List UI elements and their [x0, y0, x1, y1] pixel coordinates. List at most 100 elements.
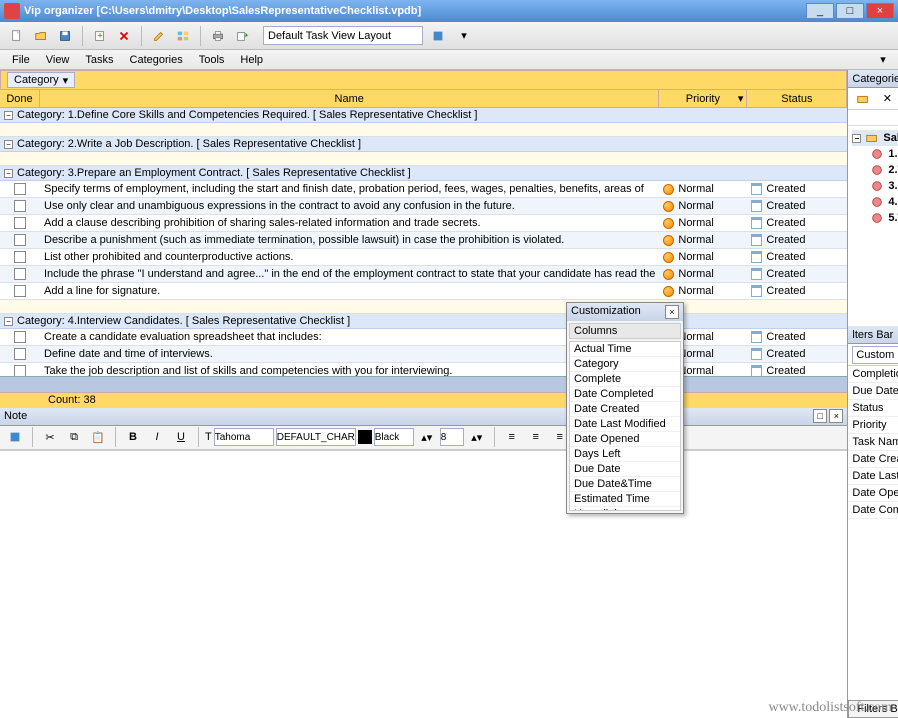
align-left-icon[interactable]: ≡ [501, 426, 523, 448]
align-center-icon[interactable]: ≡ [525, 426, 547, 448]
task-row[interactable]: Create a candidate evaluation spreadshee… [0, 329, 847, 346]
customization-item[interactable]: Due Date&Time [570, 477, 680, 492]
category-row[interactable]: −Category: 1.Define Core Skills and Comp… [0, 108, 847, 123]
task-row[interactable]: Specify terms of employment, including t… [0, 181, 847, 198]
customization-item[interactable]: Date Opened [570, 432, 680, 447]
customization-item[interactable]: Days Left [570, 447, 680, 462]
task-row[interactable]: Use only clear and unambiguous expressio… [0, 198, 847, 215]
task-grid[interactable]: −Category: 1.Define Core Skills and Comp… [0, 108, 847, 376]
customization-item[interactable]: Actual Time [570, 342, 680, 357]
done-checkbox[interactable] [14, 183, 26, 195]
done-checkbox[interactable] [14, 365, 26, 376]
new-file-icon[interactable] [6, 25, 28, 47]
italic-icon[interactable]: I [146, 426, 168, 448]
customization-item[interactable]: Due Date [570, 462, 680, 477]
delete-icon[interactable] [113, 25, 135, 47]
tree-item[interactable]: 5.Training & Development.77 [852, 210, 898, 226]
collapse-icon[interactable]: − [4, 317, 13, 326]
export-icon[interactable] [231, 25, 253, 47]
open-icon[interactable] [30, 25, 52, 47]
task-row[interactable]: Describe a punishment (such as immediate… [0, 232, 847, 249]
task-row[interactable]: Add a line for signature.NormalCreated [0, 283, 847, 300]
done-checkbox[interactable] [14, 348, 26, 360]
customization-item[interactable]: Date Completed [570, 387, 680, 402]
done-checkbox[interactable] [14, 331, 26, 343]
customization-item[interactable]: Date Last Modified [570, 417, 680, 432]
col-name[interactable]: Name [40, 90, 659, 107]
menu-help[interactable]: Help [232, 52, 271, 68]
tree-item[interactable]: 1.Define Core Skills and Compe1111 [852, 146, 898, 162]
new-task-icon[interactable]: + [89, 25, 111, 47]
filter-icon[interactable]: ▾ [738, 92, 744, 105]
done-checkbox[interactable] [14, 251, 26, 263]
customization-close-icon[interactable]: × [665, 305, 679, 319]
cat-del-icon[interactable]: ✕ [876, 88, 898, 110]
layout-save-icon[interactable] [427, 25, 449, 47]
cut-icon[interactable]: ✂ [39, 426, 61, 448]
tree-item[interactable]: 2.Write a Job Description.77 [852, 162, 898, 178]
task-row[interactable]: Define date and time of interviews.Norma… [0, 346, 847, 363]
note-restore-icon[interactable]: □ [813, 409, 827, 423]
charset-field[interactable] [276, 428, 356, 446]
tree-item[interactable]: 4.Interview Candidates.66 [852, 194, 898, 210]
task-row[interactable]: Add a clause describing prohibition of s… [0, 215, 847, 232]
save-icon[interactable] [54, 25, 76, 47]
layout-field[interactable] [263, 26, 423, 45]
col-done[interactable]: Done [0, 90, 40, 107]
paste-icon[interactable]: 📋 [87, 426, 109, 448]
menubar-options-icon[interactable]: ▾ [872, 49, 894, 71]
done-checkbox[interactable] [14, 217, 26, 229]
copy-icon[interactable]: ⧉ [63, 426, 85, 448]
category-tree[interactable]: −Sales Representative Checklist38381.Def… [848, 126, 898, 326]
size-field[interactable] [440, 428, 464, 446]
menu-tools[interactable]: Tools [191, 52, 233, 68]
cat-new-icon[interactable] [852, 88, 874, 110]
done-checkbox[interactable] [14, 234, 26, 246]
size-spin-icon[interactable]: ▴▾ [466, 426, 488, 448]
task-row[interactable]: Include the phrase "I understand and agr… [0, 266, 847, 283]
tree-collapse-icon[interactable]: − [852, 134, 861, 143]
menu-tasks[interactable]: Tasks [77, 52, 121, 68]
note-close-icon[interactable]: × [829, 409, 843, 423]
font-field[interactable] [214, 428, 274, 446]
color-spin-icon[interactable]: ▴▾ [416, 426, 438, 448]
customization-item[interactable]: Estimated Time [570, 492, 680, 507]
col-priority[interactable]: Priority▾ [659, 90, 747, 107]
color-field[interactable] [374, 428, 414, 446]
maximize-button[interactable]: □ [836, 3, 864, 19]
close-button[interactable]: × [866, 3, 894, 19]
underline-icon[interactable]: U [170, 426, 192, 448]
task-row[interactable]: List other prohibited and counterproduct… [0, 249, 847, 266]
group-by-chip[interactable]: Category ▾ [7, 72, 75, 88]
col-status[interactable]: Status [747, 90, 847, 107]
collapse-icon[interactable]: − [4, 169, 13, 178]
customization-item[interactable]: Hyperlink [570, 507, 680, 511]
bold-icon[interactable]: B [122, 426, 144, 448]
note-editor[interactable] [0, 450, 847, 718]
customization-item[interactable]: Date Created [570, 402, 680, 417]
done-checkbox[interactable] [14, 285, 26, 297]
filter-custom-field[interactable] [852, 346, 898, 364]
tree-root[interactable]: −Sales Representative Checklist3838 [852, 130, 898, 146]
done-checkbox[interactable] [14, 268, 26, 280]
done-checkbox[interactable] [14, 200, 26, 212]
collapse-icon[interactable]: − [4, 140, 13, 149]
minimize-button[interactable]: _ [806, 3, 834, 19]
categories-icon[interactable] [172, 25, 194, 47]
tree-item[interactable]: 3.Prepare an Employment Cont77 [852, 178, 898, 194]
collapse-icon[interactable]: − [4, 111, 13, 120]
customization-item[interactable]: Complete [570, 372, 680, 387]
task-row[interactable]: Take the job description and list of ski… [0, 363, 847, 376]
customization-list[interactable]: Actual TimeCategoryCompleteDate Complete… [569, 341, 681, 511]
category-row[interactable]: −Category: 4.Interview Candidates. [ Sal… [0, 314, 847, 329]
menu-view[interactable]: View [38, 52, 78, 68]
note-save-icon[interactable] [4, 426, 26, 448]
print-icon[interactable] [207, 25, 229, 47]
customization-item[interactable]: Category [570, 357, 680, 372]
edit-icon[interactable] [148, 25, 170, 47]
color-swatch[interactable] [358, 430, 372, 444]
menu-categories[interactable]: Categories [122, 52, 191, 68]
menu-file[interactable]: File [4, 52, 38, 68]
category-row[interactable]: −Category: 2.Write a Job Description. [ … [0, 137, 847, 152]
category-row[interactable]: −Category: 3.Prepare an Employment Contr… [0, 166, 847, 181]
